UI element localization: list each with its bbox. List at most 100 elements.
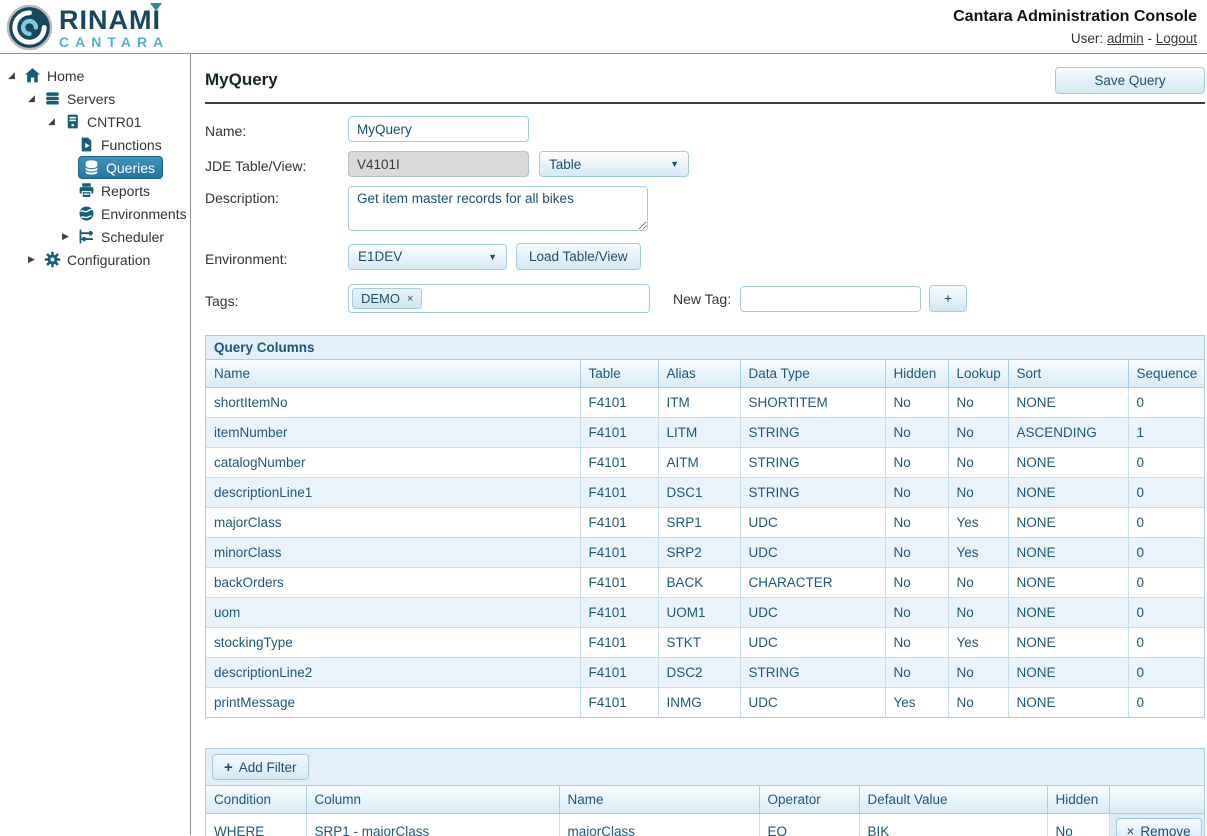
servers-icon (44, 90, 63, 107)
description-textarea[interactable]: Get item master records for all bikes (348, 186, 648, 231)
table-type-select[interactable]: Table ▼ (539, 151, 689, 177)
expand-triangle-icon[interactable]: ◢ (48, 116, 64, 127)
table-cell: BACK (658, 568, 740, 598)
table-cell: UDC (740, 688, 885, 718)
table-cell: 0 (1128, 658, 1204, 688)
database-icon (83, 159, 102, 176)
table-cell: Yes (948, 628, 1008, 658)
table-cell: descriptionLine1 (206, 478, 580, 508)
table-cell: NONE (1008, 448, 1128, 478)
table-cell: NONE (1008, 628, 1128, 658)
table-cell: uom (206, 598, 580, 628)
column-header: Operator (759, 786, 859, 814)
sidebar-item-label: Reports (101, 183, 150, 199)
table-row: shortItemNoF4101ITMSHORTITEMNoNoNONE0 (206, 388, 1204, 418)
table-cell: LITM (658, 418, 740, 448)
filter-column-cell: SRP1 - majorClass (306, 814, 559, 836)
filter-operator-cell: EQ (759, 814, 859, 836)
table-cell: descriptionLine2 (206, 658, 580, 688)
column-header: Condition (206, 786, 306, 814)
add-tag-button[interactable]: + (929, 285, 967, 312)
filter-default-value-cell: BIK (859, 814, 1047, 836)
save-query-button[interactable]: Save Query (1055, 67, 1205, 94)
table-cell: DSC2 (658, 658, 740, 688)
table-cell: F4101 (580, 628, 658, 658)
sidebar-item-queries[interactable]: Queries (0, 156, 190, 179)
table-cell: ITM (658, 388, 740, 418)
table-cell: F4101 (580, 388, 658, 418)
table-cell: AITM (658, 448, 740, 478)
load-table-view-button[interactable]: Load Table/View (516, 243, 641, 270)
table-row: printMessageF4101INMGUDCYesNoNONE0 (206, 688, 1204, 718)
logout-link[interactable]: Logout (1156, 31, 1197, 46)
logo-line2: CANTARA (59, 35, 169, 49)
table-cell: itemNumber (206, 418, 580, 448)
query-columns-title: Query Columns (206, 336, 1204, 360)
table-cell: 0 (1128, 388, 1204, 418)
table-cell: No (885, 598, 948, 628)
environment-label: Environment: (205, 247, 348, 267)
sidebar-item-cntr01[interactable]: ◢ CNTR01 (0, 110, 190, 133)
table-cell: catalogNumber (206, 448, 580, 478)
sidebar-item-reports[interactable]: Reports (0, 179, 190, 202)
column-header: Default Value (859, 786, 1047, 814)
remove-label: Remove (1140, 824, 1190, 836)
user-line: User: admin - Logout (953, 31, 1197, 46)
description-label: Description: (205, 186, 348, 206)
plus-icon: + (224, 760, 233, 775)
table-cell: No (948, 478, 1008, 508)
table-cell: minorClass (206, 538, 580, 568)
rinami-swirl-icon (6, 4, 53, 51)
table-cell: No (948, 448, 1008, 478)
filter-action-cell: × Remove (1109, 814, 1204, 836)
new-tag-label: New Tag: (673, 291, 731, 307)
filter-condition-cell: WHERE (206, 814, 306, 836)
close-icon: × (1127, 824, 1135, 836)
table-row: backOrdersF4101BACKCHARACTERNoNoNONE0 (206, 568, 1204, 598)
table-cell: No (948, 568, 1008, 598)
name-input[interactable] (348, 116, 529, 142)
sidebar-item-functions[interactable]: Functions (0, 133, 190, 156)
table-cell: Yes (948, 508, 1008, 538)
column-header: Name (206, 360, 580, 388)
table-cell: ASCENDING (1008, 418, 1128, 448)
sidebar-item-home[interactable]: ◢ Home (0, 64, 190, 87)
sidebar-item-configuration[interactable]: ▶ Configuration (0, 248, 190, 271)
table-cell: 0 (1128, 598, 1204, 628)
table-cell: SRP1 (658, 508, 740, 538)
sidebar-item-label: Home (47, 68, 84, 84)
collapse-triangle-icon[interactable]: ▶ (62, 231, 78, 242)
sidebar-item-environments[interactable]: Environments (0, 202, 190, 225)
add-filter-button[interactable]: + Add Filter (212, 754, 309, 780)
table-cell: UDC (740, 538, 885, 568)
table-cell: NONE (1008, 388, 1128, 418)
sidebar-item-servers[interactable]: ◢ Servers (0, 87, 190, 110)
app-header: RINAMI CANTARA Cantara Administration Co… (0, 0, 1207, 54)
sidebar-item-label: Servers (67, 91, 115, 107)
new-tag-input[interactable] (740, 286, 921, 312)
page-title: MyQuery (205, 70, 278, 90)
expand-triangle-icon[interactable]: ◢ (8, 70, 24, 81)
sidebar-item-scheduler[interactable]: ▶ Scheduler (0, 225, 190, 248)
user-name-link[interactable]: admin (1107, 31, 1144, 46)
table-row: minorClassF4101SRP2UDCNoYesNONE0 (206, 538, 1204, 568)
collapse-triangle-icon[interactable]: ▶ (28, 254, 44, 265)
table-cell: F4101 (580, 538, 658, 568)
table-cell: UDC (740, 508, 885, 538)
table-cell: No (885, 568, 948, 598)
environment-select[interactable]: E1DEV ▼ (348, 244, 507, 270)
column-header: Alias (658, 360, 740, 388)
table-cell: DSC1 (658, 478, 740, 508)
column-header: Sort (1008, 360, 1128, 388)
server-icon (64, 113, 83, 130)
remove-tag-icon[interactable]: × (407, 293, 413, 305)
remove-filter-button[interactable]: × Remove (1116, 818, 1202, 836)
tags-container[interactable]: DEMO × (348, 284, 650, 313)
expand-triangle-icon[interactable]: ◢ (28, 93, 44, 104)
tag-chip-demo: DEMO × (352, 288, 422, 309)
table-cell: stockingType (206, 628, 580, 658)
table-cell: UDC (740, 628, 885, 658)
table-cell: F4101 (580, 508, 658, 538)
table-row: descriptionLine1F4101DSC1STRINGNoNoNONE0 (206, 478, 1204, 508)
sidebar-item-label: Configuration (67, 252, 150, 268)
